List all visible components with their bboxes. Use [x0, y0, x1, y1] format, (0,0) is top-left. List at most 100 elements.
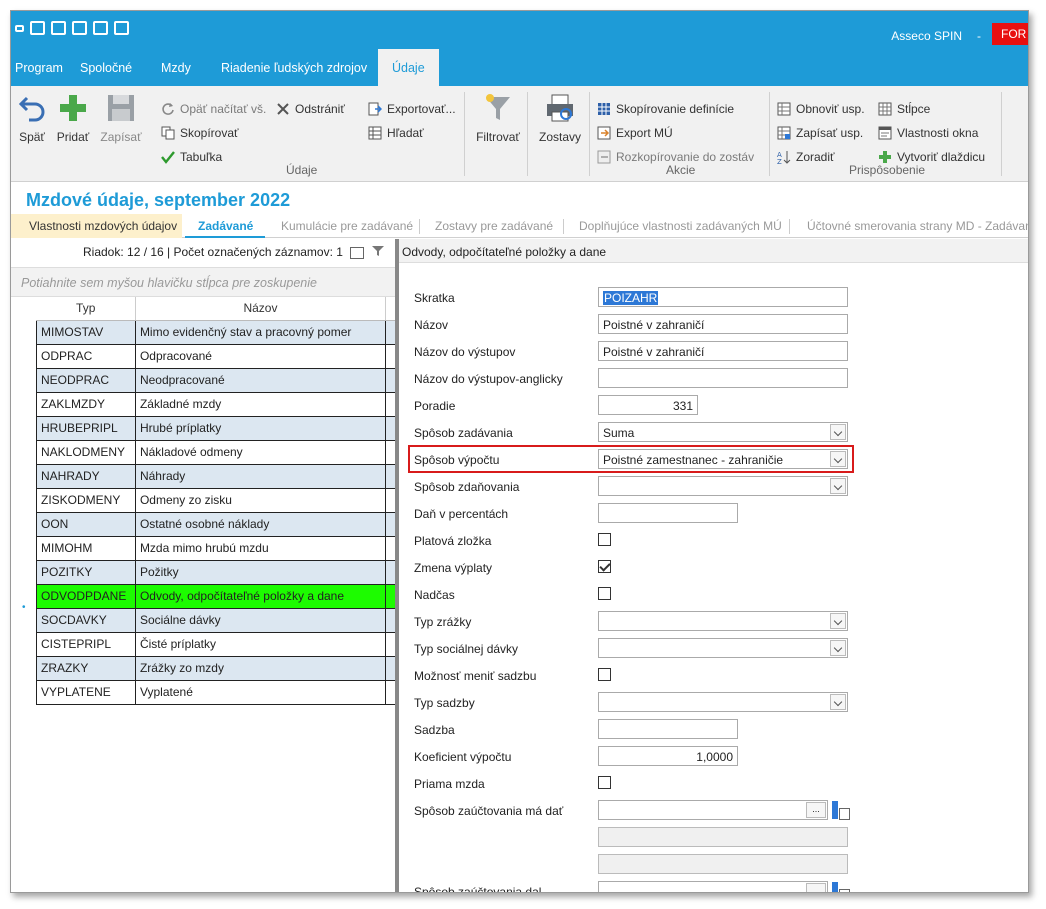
cell-typ[interactable]: MIMOSTAV: [36, 319, 136, 345]
uct-md-field[interactable]: ...: [598, 800, 828, 820]
cell-nazov[interactable]: Neodpracované: [134, 367, 387, 393]
back-button[interactable]: Späť: [17, 92, 47, 144]
column-header-typ[interactable]: Typ: [36, 297, 136, 321]
priama-checkbox[interactable]: [598, 776, 611, 789]
menu-spolocne[interactable]: Spoločné: [80, 61, 132, 75]
cell-nazov[interactable]: Sociálne dávky: [134, 607, 387, 633]
table-button[interactable]: Tabuľka: [161, 150, 222, 164]
cell-nazov[interactable]: Požitky: [134, 559, 387, 585]
sposob-zadavania-select[interactable]: Suma: [598, 422, 848, 442]
cell-nazov[interactable]: Odmeny zo zisku: [134, 487, 387, 513]
cell-typ[interactable]: CISTEPRIPL: [36, 631, 136, 657]
table-row[interactable]: ODVODPDANE Odvody, odpočítateľné položky …: [36, 583, 396, 609]
export-mu-button[interactable]: Export MÚ: [597, 126, 673, 140]
typ-soc-select[interactable]: [598, 638, 848, 658]
excel-icon[interactable]: [30, 21, 45, 35]
typ-zrazky-select[interactable]: [598, 611, 848, 631]
cell-nazov[interactable]: Mimo evidenčný stav a pracovný pomer: [134, 319, 387, 345]
table-row[interactable]: HRUBEPRIPL Hrubé príplatky: [36, 415, 396, 441]
menu-riadenie[interactable]: Riadenie ľudských zdrojov: [221, 61, 367, 75]
cell-typ[interactable]: VYPLATENE: [36, 679, 136, 705]
table-row[interactable]: NAKLODMENY Nákladové odmeny: [36, 439, 396, 465]
columns-button[interactable]: Stĺpce: [878, 102, 930, 116]
save-button[interactable]: Zapísať: [99, 92, 143, 144]
reports-button[interactable]: Zostavy: [537, 92, 583, 144]
cell-typ[interactable]: ZAKLMZDY: [36, 391, 136, 417]
zmena-checkbox[interactable]: [598, 560, 611, 573]
table-row[interactable]: MIMOHM Mzda mimo hrubú mzdu: [36, 535, 396, 561]
reload-button[interactable]: Opäť načítať vš.: [161, 102, 266, 116]
sadzba-field[interactable]: [598, 719, 738, 739]
table-row[interactable]: SOCDAVKY Sociálne dávky: [36, 607, 396, 633]
cell-typ[interactable]: SOCDAVKY: [36, 607, 136, 633]
pdf-icon[interactable]: [51, 21, 66, 35]
table-row[interactable]: ODPRAC Odpracované: [36, 343, 396, 369]
cell-nazov[interactable]: Čisté príplatky: [134, 631, 387, 657]
tab-vlastnosti[interactable]: Vlastnosti mzdových údajov: [11, 214, 182, 238]
table-row[interactable]: ZISKODMENY Odmeny zo zisku: [36, 487, 396, 513]
chevron-down-icon[interactable]: [830, 478, 846, 494]
table-row[interactable]: MIMOSTAV Mimo evidenčný stav a pracovný p…: [36, 319, 396, 345]
export-grid-icon[interactable]: [350, 246, 365, 259]
search-button[interactable]: Hľadať: [368, 126, 424, 140]
cell-nazov[interactable]: Odpracované: [134, 343, 387, 369]
koef-field[interactable]: 1,0000: [598, 746, 738, 766]
cell-typ[interactable]: HRUBEPRIPL: [36, 415, 136, 441]
cell-typ[interactable]: ODVODPDANE: [36, 583, 136, 609]
cell-typ[interactable]: NAHRADY: [36, 463, 136, 489]
table-row[interactable]: CISTEPRIPL Čisté príplatky: [36, 631, 396, 657]
poradie-field[interactable]: 331: [598, 395, 698, 415]
tab-zadavane[interactable]: Zadávané: [185, 214, 265, 238]
export-button[interactable]: Exportovať...: [368, 102, 456, 116]
menu-mzdy[interactable]: Mzdy: [161, 61, 191, 75]
write-settings-button[interactable]: Zapísať usp.: [777, 126, 863, 140]
print-preview-icon[interactable]: [114, 21, 129, 35]
refresh-settings-button[interactable]: Obnoviť usp.: [777, 102, 865, 116]
chevron-down-icon[interactable]: [830, 694, 846, 710]
copy-button[interactable]: Skopírovať: [161, 126, 239, 140]
copy-reports-button[interactable]: Rozkopírovanie do zostáv: [597, 150, 754, 164]
tab-doplnujuce[interactable]: Doplňujúce vlastnosti zadávaných MÚ: [579, 214, 782, 238]
chevron-down-icon[interactable]: [830, 640, 846, 656]
cell-typ[interactable]: NEODPRAC: [36, 367, 136, 393]
group-by-panel[interactable]: Potiahnite sem myšou hlavičku stĺpca pre…: [11, 267, 397, 297]
cell-nazov[interactable]: Ostatné osobné náklady: [134, 511, 387, 537]
typ-sadzby-select[interactable]: [598, 692, 848, 712]
minimize-icon[interactable]: [15, 25, 24, 32]
cell-nazov[interactable]: Vyplatené: [134, 679, 387, 705]
print-icon[interactable]: [93, 21, 108, 35]
chevron-down-icon[interactable]: [830, 424, 846, 440]
delete-button[interactable]: Odstrániť: [276, 102, 345, 116]
cell-nazov[interactable]: Mzda mimo hrubú mzdu: [134, 535, 387, 561]
moznost-checkbox[interactable]: [598, 668, 611, 681]
sort-button[interactable]: A Z Zoradiť: [777, 150, 835, 166]
add-button[interactable]: Pridať: [54, 92, 92, 144]
cell-nazov[interactable]: Náhrady: [134, 463, 387, 489]
cell-typ[interactable]: ODPRAC: [36, 343, 136, 369]
filter-button[interactable]: Filtrovať: [473, 92, 523, 144]
nazov-field[interactable]: Poistné v zahraničí: [598, 314, 848, 334]
column-header-nazov[interactable]: Názov: [135, 297, 387, 321]
cell-typ[interactable]: POZITKY: [36, 559, 136, 585]
filter-icon[interactable]: [371, 245, 384, 260]
menu-udaje[interactable]: Údaje: [378, 49, 439, 86]
cell-typ[interactable]: MIMOHM: [36, 535, 136, 561]
cell-typ[interactable]: ZRAZKY: [36, 655, 136, 681]
cell-nazov[interactable]: Odvody, odpočítateľné položky a dane: [134, 583, 387, 609]
uct-dal-field[interactable]: ...: [598, 881, 828, 892]
chevron-down-icon[interactable]: [830, 451, 846, 467]
table-row[interactable]: OON Ostatné osobné náklady: [36, 511, 396, 537]
menu-program[interactable]: Program: [15, 61, 63, 75]
table-row[interactable]: POZITKY Požitky: [36, 559, 396, 585]
skratka-field[interactable]: POIZAHR: [598, 287, 848, 307]
window-props-button[interactable]: Vlastnosti okna: [878, 126, 978, 140]
table-row[interactable]: NEODPRAC Neodpracované: [36, 367, 396, 393]
tab-uctovne[interactable]: Účtovné smerovania strany MD - Zadávané: [807, 214, 1028, 238]
cell-nazov[interactable]: Hrubé príplatky: [134, 415, 387, 441]
nadcas-checkbox[interactable]: [598, 587, 611, 600]
platova-checkbox[interactable]: [598, 533, 611, 546]
ellipsis-button[interactable]: ...: [806, 802, 826, 818]
sposob-zdanovania-select[interactable]: [598, 476, 848, 496]
cell-nazov[interactable]: Nákladové odmeny: [134, 439, 387, 465]
cell-typ[interactable]: NAKLODMENY: [36, 439, 136, 465]
